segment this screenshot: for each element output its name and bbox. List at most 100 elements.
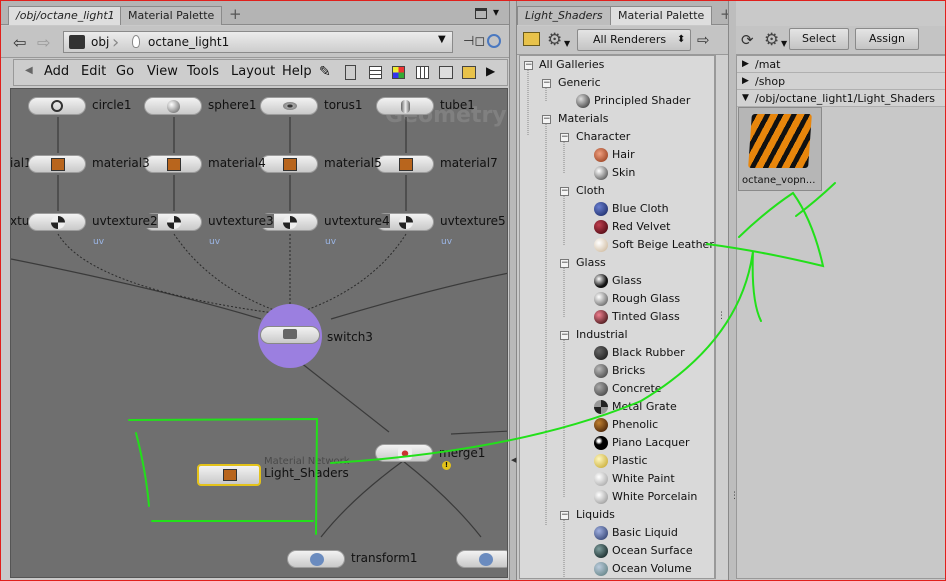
list-view-icon[interactable] [369,66,382,79]
tree-cloth[interactable]: Cloth [576,182,605,200]
tree-character[interactable]: Character [576,128,630,146]
back-arrow-icon[interactable]: ⇦ [13,33,26,52]
node-transform1[interactable] [287,550,345,568]
node-torus1[interactable] [260,97,318,115]
tree-tinted-glass[interactable]: Tinted Glass [612,308,680,326]
collapse-icon[interactable]: − [542,79,551,88]
tree-metal-grate[interactable]: Metal Grate [612,398,677,416]
node-uvtexture1[interactable] [28,213,86,231]
tree-soft-beige-leather[interactable]: Soft Beige Leather [612,236,714,254]
tree-white-paint[interactable]: White Paint [612,470,675,488]
select-button[interactable]: Select [789,28,849,50]
folder-icon[interactable] [523,32,540,46]
tree-liquids[interactable]: Liquids [576,506,615,524]
pin-icon[interactable]: ⊣◻ [463,34,485,49]
tree-red-velvet[interactable]: Red Velvet [612,218,670,236]
tab-light-shaders[interactable]: Light_Shaders [517,6,611,25]
location-mat[interactable]: ▶ /mat [737,56,945,73]
refresh-icon[interactable]: ⟳ [741,31,754,49]
tree-glass[interactable]: Glass [612,272,642,290]
collapse-icon[interactable]: − [560,133,569,142]
path-node[interactable]: octane_light1 [148,35,229,49]
splitter-arrow-icon[interactable]: ◀ [511,456,516,464]
tree-concrete[interactable]: Concrete [612,380,662,398]
pane-menu-icon[interactable]: ▾ [493,5,499,19]
tree-rough-glass[interactable]: Rough Glass [612,290,680,308]
menu-go[interactable]: Go [116,64,134,79]
location-shop[interactable]: ▶ /shop [737,73,945,90]
tab-material-palette[interactable]: Material Palette [610,6,713,25]
tree-view-icon[interactable] [345,65,356,80]
tree-black-rubber[interactable]: Black Rubber [612,344,685,362]
network-editor[interactable]: Geometry circle1 sphere1 torus1 tube1 ia… [10,88,508,578]
node-material1[interactable] [28,155,86,173]
collapse-icon[interactable]: − [560,187,569,196]
node-light-shaders[interactable] [197,464,261,486]
gear-dropdown-icon[interactable]: ▼ [564,39,570,48]
tree-principled-shader[interactable]: Principled Shader [594,92,690,110]
collapse-icon[interactable]: − [560,511,569,520]
menu-view[interactable]: View [147,64,178,79]
tree-materials[interactable]: Materials [558,110,608,128]
tree-bricks[interactable]: Bricks [612,362,645,380]
parameter-icon[interactable] [439,66,453,79]
gear-icon[interactable]: ⚙ [764,30,779,50]
menu-scroll-left-icon[interactable]: ◀ [25,65,33,76]
collapse-icon[interactable]: − [560,259,569,268]
path-root[interactable]: obj [91,35,109,49]
material-thumbnail[interactable]: octane_vopn... [738,107,822,191]
menu-edit[interactable]: Edit [81,64,106,79]
node-merge1[interactable] [375,444,433,462]
add-tab-icon[interactable]: + [229,5,242,23]
tree-plastic[interactable]: Plastic [612,452,648,470]
import-arrow-icon[interactable]: ⇨ [697,31,710,49]
node-sphere1[interactable] [144,97,202,115]
node-circle1[interactable] [28,97,86,115]
menu-help[interactable]: Help [282,64,312,79]
grid-view-icon[interactable] [416,66,429,79]
tree-glass-group[interactable]: Glass [576,254,606,272]
color-palette-icon[interactable] [392,66,405,79]
tree-blue-cloth[interactable]: Blue Cloth [612,200,669,218]
gear-icon[interactable]: ⚙ [547,30,562,50]
pane-splitter-left[interactable] [509,1,517,580]
tab-material-palette-left[interactable]: Material Palette [120,6,223,25]
tree-skin[interactable]: Skin [612,164,635,182]
node-material7[interactable] [376,155,434,173]
tree-piano-lacquer[interactable]: Piano Lacquer [612,434,690,452]
tree-white-porcelain[interactable]: White Porcelain [612,488,697,506]
tab-obj-octane-light1[interactable]: /obj/octane_light1 [8,6,123,25]
node-material3[interactable] [144,155,202,173]
forward-arrow-icon[interactable]: ⇨ [37,33,50,52]
renderer-select[interactable]: All Renderers ⬍ [577,29,691,51]
tree-industrial[interactable]: Industrial [576,326,628,344]
tree-basic-liquid[interactable]: Basic Liquid [612,524,678,542]
gear-dropdown-icon[interactable]: ▼ [781,39,787,48]
location-light-shaders[interactable]: ▼ /obj/octane_light1/Light_Shaders [737,90,945,107]
gallery-tree[interactable]: − All Galleries − Generic Principled Sha… [519,55,715,579]
collapse-icon[interactable]: − [524,61,533,70]
node-tube1[interactable] [376,97,434,115]
wrench-icon[interactable]: ✎ [319,64,331,80]
menu-add[interactable]: Add [44,64,69,79]
collapse-icon[interactable]: − [560,331,569,340]
menu-tools[interactable]: Tools [187,64,219,79]
menu-layout[interactable]: Layout [231,64,275,79]
node-switch3[interactable] [258,304,322,368]
path-field[interactable]: obj › octane_light1 ▼ [63,31,453,53]
link-icon[interactable] [487,34,501,48]
assign-button[interactable]: Assign [855,28,919,50]
tree-phenolic[interactable]: Phenolic [612,416,658,434]
tree-ocean-surface[interactable]: Ocean Surface [612,542,693,560]
tree-hair[interactable]: Hair [612,146,635,164]
maximize-pane-icon[interactable] [475,8,487,19]
collapse-icon[interactable]: − [542,115,551,124]
tree-generic[interactable]: Generic [558,74,601,92]
menu-more-icon[interactable]: ▶ [486,64,495,78]
sticky-note-icon[interactable] [462,66,476,79]
path-dropdown-icon[interactable]: ▼ [438,34,446,45]
node-transform2[interactable] [456,550,507,568]
material-locations[interactable]: ▶ /mat ▶ /shop ▼ /obj/octane_light1/Light_S… [736,55,945,579]
tree-all-galleries[interactable]: All Galleries [539,56,604,74]
node-material4[interactable] [260,155,318,173]
